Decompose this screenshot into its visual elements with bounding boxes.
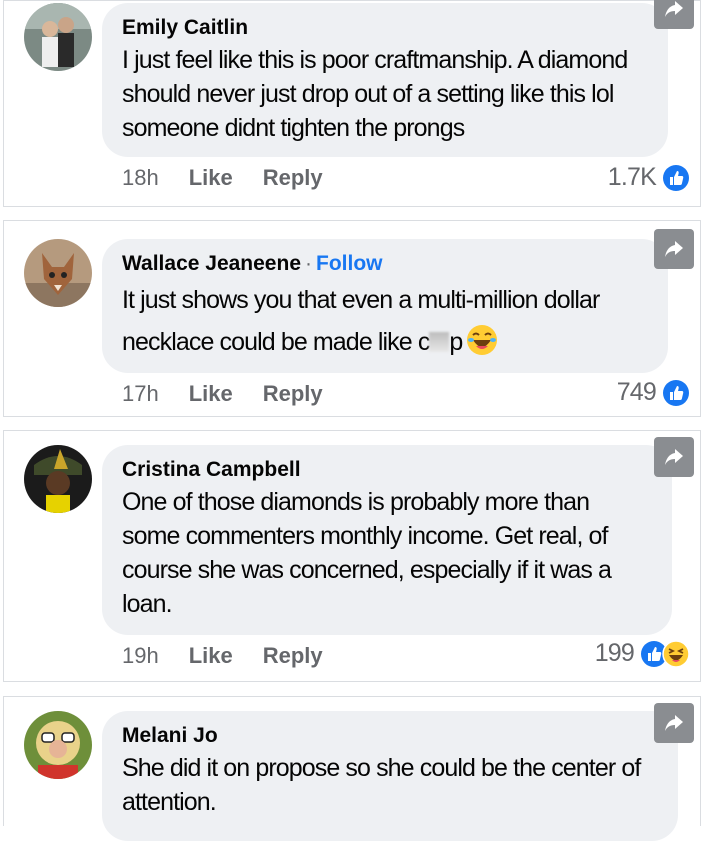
avatar[interactable] [24, 3, 92, 71]
reaction-summary[interactable]: 1.7K [608, 163, 690, 192]
comment-text: She did it on propose so she could be th… [122, 754, 641, 816]
avatar[interactable] [24, 711, 92, 779]
share-button[interactable] [654, 229, 694, 269]
like-link[interactable]: Like [189, 381, 233, 407]
reaction-count: 749 [616, 378, 657, 406]
share-icon [665, 241, 683, 257]
reaction-count: 1.7K [607, 163, 657, 191]
comment-text-part: It just shows you that even a multi-mill… [122, 286, 600, 356]
comment-text: I just feel like this is poor craftmansh… [122, 46, 628, 142]
comment-card: Melani Jo She did it on propose so she c… [3, 696, 701, 841]
reaction-summary[interactable]: 199 [595, 639, 690, 668]
comment-bubble: Melani Jo She did it on propose so she c… [102, 711, 678, 841]
comment-bubble: Cristina Campbell One of those diamonds … [102, 445, 672, 635]
share-icon [665, 1, 683, 17]
share-icon [665, 715, 683, 731]
like-link[interactable]: Like [189, 165, 233, 191]
censor-blur [429, 332, 450, 352]
comment-card: Wallace Jeaneene · Follow It just shows yo… [3, 220, 701, 417]
reaction-count: 199 [594, 639, 635, 667]
share-button[interactable] [654, 703, 694, 743]
laughing-emoji-icon [466, 324, 498, 369]
separator-dot: · [305, 252, 312, 275]
avatar[interactable] [24, 239, 92, 307]
reaction-summary[interactable]: 749 [617, 378, 690, 407]
comment-card: Emily Caitlin I just feel like this is p… [3, 0, 701, 207]
like-link[interactable]: Like [189, 643, 233, 669]
comment-author[interactable]: Melani Jo [122, 723, 658, 749]
comment-text: It just shows you that even a multi-mill… [122, 279, 648, 369]
comment-author[interactable]: Wallace Jeaneene [122, 252, 301, 275]
reply-link[interactable]: Reply [263, 643, 323, 669]
like-icon [663, 164, 689, 191]
comment-author-row: Wallace Jeaneene · Follow [122, 251, 648, 277]
comment-timestamp[interactable]: 18h [122, 165, 159, 191]
like-icon [663, 379, 689, 406]
haha-icon [662, 639, 690, 668]
comment-actions: 19h Like Reply [122, 643, 323, 669]
comment-text: One of those diamonds is probably more t… [122, 488, 612, 618]
share-button[interactable] [654, 437, 694, 477]
reply-link[interactable]: Reply [263, 165, 323, 191]
comment-text-part: p [449, 328, 463, 356]
comment-actions: 18h Like Reply [122, 165, 323, 191]
comment-timestamp[interactable]: 17h [122, 381, 159, 407]
share-button[interactable] [654, 0, 694, 29]
follow-button[interactable]: Follow [316, 252, 383, 275]
comment-card: Cristina Campbell One of those diamonds … [3, 430, 701, 682]
comment-author[interactable]: Emily Caitlin [122, 15, 648, 41]
comment-timestamp[interactable]: 19h [122, 643, 159, 669]
reply-link[interactable]: Reply [263, 381, 323, 407]
comment-author[interactable]: Cristina Campbell [122, 457, 652, 483]
comment-actions: 17h Like Reply [122, 381, 323, 407]
comment-bubble: Wallace Jeaneene · Follow It just shows yo… [102, 239, 668, 373]
avatar[interactable] [24, 445, 92, 513]
comment-bubble: Emily Caitlin I just feel like this is p… [102, 3, 668, 157]
share-icon [665, 449, 683, 465]
